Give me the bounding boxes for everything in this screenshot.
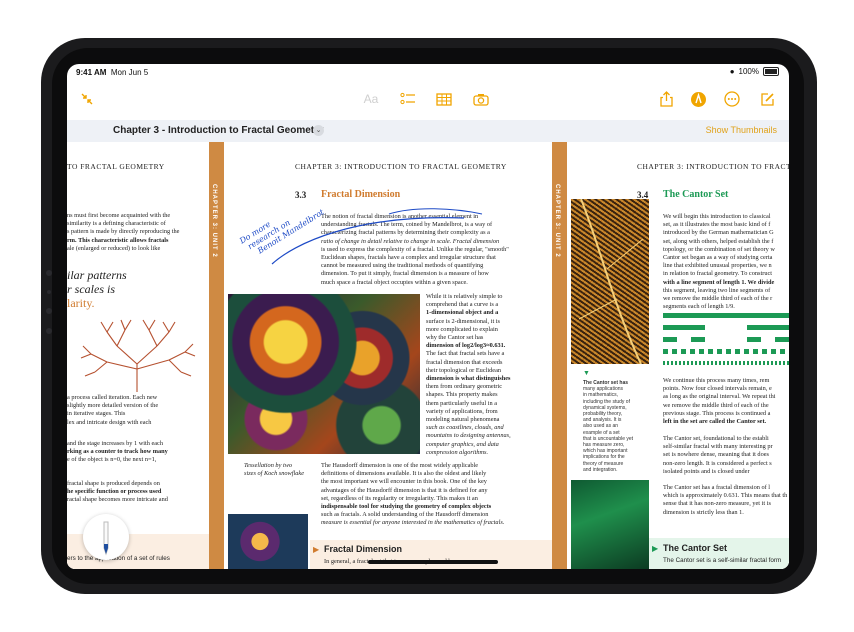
left-para-1: ns must first become acquainted with the… (67, 212, 180, 252)
compose-icon[interactable] (757, 89, 777, 109)
format-button[interactable]: Aa (361, 89, 381, 109)
cantor-set-diagram (663, 313, 789, 369)
green-leaf-image (571, 480, 649, 569)
triangle-marker-icon: ▼ (583, 370, 590, 377)
left-pull-quote: ilar patterns r scales is larity. (67, 268, 127, 310)
fractal-caption: Tessellation by two sizes of Koch snowfla… (244, 462, 304, 478)
table-icon[interactable] (434, 89, 454, 109)
show-thumbnails-button[interactable]: Show Thumbnails (706, 125, 777, 135)
hausdorff-paragraph: The Hausdorff dimension is one of the mo… (321, 462, 505, 527)
left-page: TO FRACTAL GEOMETRY ns must first become… (67, 142, 209, 569)
callout-arrow-icon: ▶ (313, 545, 320, 554)
callout-title: Fractal Dimension (324, 544, 403, 554)
cantor-section-number: 3.4 (637, 190, 649, 200)
battery-icon (763, 67, 779, 76)
cantor-callout-arrow-icon: ▶ (652, 544, 659, 553)
cantor-para-3: The Cantor set, foundational to the esta… (663, 435, 773, 475)
fractal-image (228, 294, 420, 454)
section-title: Fractal Dimension (321, 189, 401, 200)
collapse-arrows-icon[interactable] (77, 89, 97, 109)
wifi-icon: ● (729, 67, 735, 76)
cantor-section-title: The Cantor Set (663, 189, 729, 200)
cantor-side-note: The Cantor set has many applications in ma… (583, 380, 634, 473)
cantor-para-2: We continue this process many times, rem… (663, 377, 776, 426)
spine-left: CHAPTER 3: UNIT 2 (209, 142, 224, 569)
cantor-callout-title: The Cantor Set (663, 543, 728, 553)
more-icon[interactable] (722, 89, 742, 109)
document-title[interactable]: Chapter 3 - Introduction to Fractal Geom… (113, 125, 324, 136)
left-para-4: fractal shape is produced depends on he s… (67, 480, 168, 504)
cantor-para-1: We will begin this introduction to class… (663, 213, 775, 311)
share-icon[interactable] (656, 89, 676, 109)
toolbar: Aa (67, 80, 789, 120)
right-column-text: While it is relatively simple to comprehe… (426, 293, 511, 456)
cantor-callout: ▶ The Cantor Set The Cantor set is a sel… (649, 538, 789, 569)
right-chapter-header: CHAPTER 3: INTRODUCTION TO FRACTAL GEOME… (637, 162, 789, 171)
leaf-vein-image (571, 198, 649, 365)
status-bar: 9:41 AM Mon Jun 5 ● 100% (67, 64, 789, 80)
middle-chapter-header: CHAPTER 3: INTRODUCTION TO FRACTAL GEOME… (295, 162, 507, 171)
left-para-3: and the stage increases by 1 with each rk… (67, 440, 168, 464)
markup-icon[interactable] (688, 89, 708, 109)
left-para-2: a process called iteration. Each new slig… (67, 394, 159, 426)
spine-right: CHAPTER 3: UNIT 2 (552, 142, 567, 569)
cantor-callout-text: The Cantor set is a self-similar fractal… (663, 557, 782, 564)
fractal-dimension-callout: ▶ Fractal Dimension In general, a fracta… (310, 540, 552, 569)
middle-page: CHAPTER 3: INTRODUCTION TO FRACTAL GEOME… (224, 142, 552, 569)
pages-area: TO FRACTAL GEOMETRY ns must first become… (67, 142, 789, 569)
chevron-down-icon[interactable]: ⌄ (313, 125, 324, 136)
right-page: ▼ The Cantor set has many applications in … (567, 142, 789, 569)
battery-label: 100% (738, 67, 759, 76)
camera-dots (46, 270, 52, 362)
document-navbar: Chapter 3 - Introduction to Fractal Geom… (67, 120, 789, 142)
checklist-icon[interactable] (398, 89, 418, 109)
cantor-para-4: The Cantor set has a fractal dimension o… (663, 484, 788, 516)
status-time: 9:41 AM Mon Jun 5 (76, 68, 149, 77)
fractal-tree-illustration (77, 314, 197, 399)
fractal-image-2 (228, 514, 308, 569)
pencil-tool[interactable] (83, 514, 129, 560)
left-chapter-header: TO FRACTAL GEOMETRY (67, 162, 165, 171)
screen: 9:41 AM Mon Jun 5 ● 100% Aa Chapter 3 - … (67, 64, 789, 569)
camera-icon[interactable] (471, 89, 491, 109)
home-indicator (368, 560, 498, 564)
